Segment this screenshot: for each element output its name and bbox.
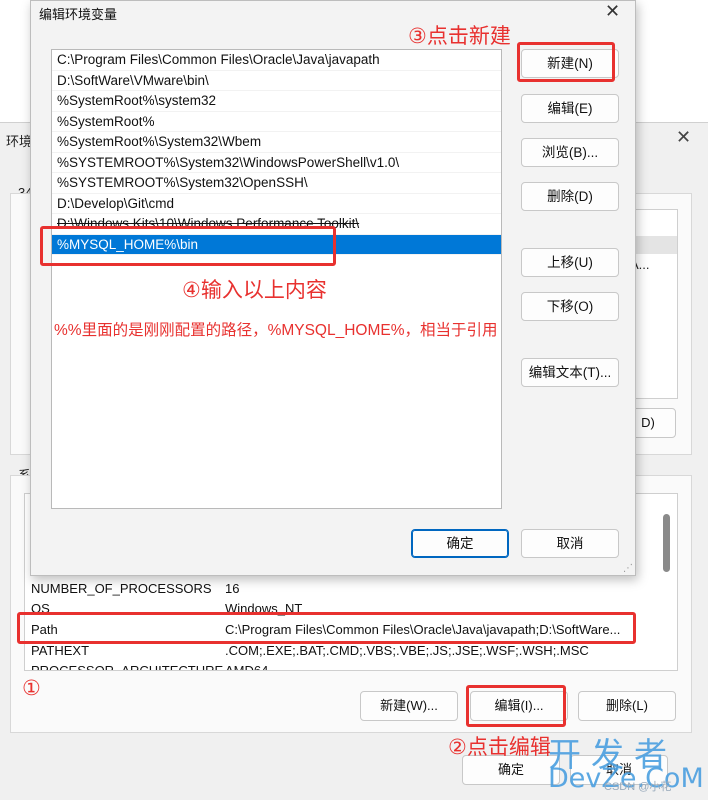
resize-grip-icon[interactable]: ⋰ <box>623 563 633 574</box>
path-item[interactable]: %SYSTEMROOT%\System32\OpenSSH\ <box>52 173 501 194</box>
system-vars-scrollbar[interactable] <box>663 514 670 572</box>
path-item[interactable]: %SystemRoot% <box>52 112 501 132</box>
edit-text-button[interactable]: 编辑文本(T)... <box>521 358 619 387</box>
edit-text-button-label: 编辑文本(T)... <box>528 365 612 380</box>
highlight-new-button <box>517 42 615 82</box>
browse-button[interactable]: 浏览(B)... <box>521 138 619 167</box>
path-item[interactable]: C:\Program Files\Common Files\Oracle\Jav… <box>52 50 501 71</box>
system-var-name: PROCESSOR_ARCHITECTURE <box>31 663 224 671</box>
system-var-name: PATHEXT <box>31 643 90 658</box>
ok-button[interactable]: 确定 <box>411 529 509 558</box>
browse-button-label: 浏览(B)... <box>541 145 599 160</box>
bg-close-icon[interactable]: ✕ <box>676 127 691 148</box>
user-vars-delete-label: D) <box>641 415 655 430</box>
path-item[interactable]: %SystemRoot%\system32 <box>52 91 501 112</box>
highlight-edit-button <box>466 685 566 727</box>
system-var-value: AMD64 <box>225 663 269 671</box>
annotation-note: %%里面的是刚刚配置的路径，%MYSQL_HOME%，相当于引用 <box>54 322 498 339</box>
annotation-step3: ③点击新建 <box>408 25 511 48</box>
highlight-path-row <box>17 612 636 644</box>
move-up-button-label: 上移(U) <box>547 255 593 270</box>
system-var-row[interactable]: PROCESSOR_ARCHITECTURE AMD64 <box>25 661 677 671</box>
system-var-row[interactable]: NUMBER_OF_PROCESSORS 16 <box>25 579 677 599</box>
move-up-button[interactable]: 上移(U) <box>521 248 619 277</box>
dialog-title: 编辑环境变量 <box>39 7 118 22</box>
edit-button-label: 编辑(E) <box>547 101 593 116</box>
system-var-value: .COM;.EXE;.BAT;.CMD;.VBS;.VBE;.JS;.JSE;.… <box>225 643 589 658</box>
edit-environment-variable-dialog: 编辑环境变量 ✕ C:\Program Files\Common Files\O… <box>30 0 636 576</box>
watermark-author: CSDN @小花 <box>604 781 672 793</box>
system-var-value: 16 <box>225 581 240 596</box>
cancel-button[interactable]: 取消 <box>521 529 619 558</box>
cancel-button-label: 取消 <box>556 536 584 551</box>
annotation-step1: ① <box>22 677 41 700</box>
annotation-step2: ②点击编辑 <box>448 736 551 759</box>
system-var-new-button[interactable]: 新建(W)... <box>360 691 458 721</box>
delete-button[interactable]: 删除(D) <box>521 182 619 211</box>
edit-button[interactable]: 编辑(E) <box>521 94 619 123</box>
bg-dialog-title: 环境 <box>6 134 33 149</box>
system-var-new-label: 新建(W)... <box>380 698 438 713</box>
system-var-row[interactable]: PATHEXT .COM;.EXE;.BAT;.CMD;.VBS;.VBE;.J… <box>25 641 677 661</box>
path-item[interactable]: %SystemRoot%\System32\Wbem <box>52 132 501 153</box>
move-down-button[interactable]: 下移(O) <box>521 292 619 321</box>
delete-button-label: 删除(D) <box>547 189 593 204</box>
move-down-button-label: 下移(O) <box>546 299 594 314</box>
path-item[interactable]: D:\Develop\Git\cmd <box>52 194 501 214</box>
close-icon[interactable]: ✕ <box>605 1 620 22</box>
system-var-name: NUMBER_OF_PROCESSORS <box>31 581 212 596</box>
system-var-delete-button[interactable]: 删除(L) <box>578 691 676 721</box>
path-item[interactable]: %SYSTEMROOT%\System32\WindowsPowerShell\… <box>52 153 501 173</box>
highlight-new-entry <box>40 226 336 266</box>
system-var-delete-label: 删除(L) <box>606 698 648 713</box>
bg-ok-label: 确定 <box>497 762 524 777</box>
ok-button-label: 确定 <box>446 536 474 551</box>
annotation-step4: ④输入以上内容 <box>182 279 327 302</box>
path-item[interactable]: D:\SoftWare\VMware\bin\ <box>52 71 501 91</box>
